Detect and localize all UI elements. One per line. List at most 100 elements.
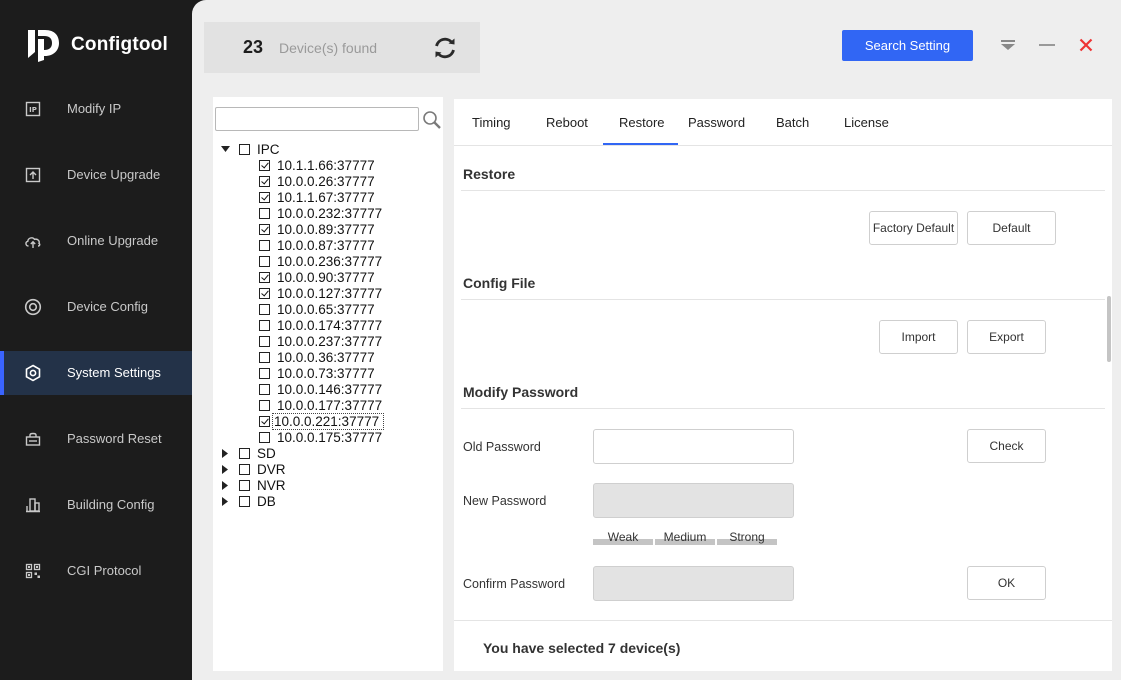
device-row[interactable]: 10.0.0.90:37777	[259, 269, 375, 285]
device-row[interactable]: 10.0.0.232:37777	[259, 205, 382, 221]
section-divider	[461, 299, 1105, 300]
sidebar-item-label: Password Reset	[67, 431, 162, 446]
sidebar-item-online-upgrade[interactable]: Online Upgrade	[0, 219, 192, 263]
device-checkbox[interactable]	[259, 159, 270, 171]
device-checkbox[interactable]	[259, 303, 270, 315]
caret-right-icon[interactable]	[220, 448, 230, 458]
tab-reboot[interactable]: Reboot	[546, 115, 588, 130]
device-address: 10.0.0.177:37777	[277, 397, 383, 413]
caret-right-icon[interactable]	[220, 480, 230, 490]
device-address: 10.0.0.232:37777	[277, 205, 383, 221]
group-checkbox[interactable]	[239, 447, 250, 459]
device-checkbox[interactable]	[259, 207, 270, 219]
vertical-scrollbar[interactable]	[1107, 296, 1111, 362]
device-row[interactable]: 10.0.0.174:37777	[259, 317, 382, 333]
group-checkbox[interactable]	[239, 495, 250, 507]
sidebar-item-device-upgrade[interactable]: Device Upgrade	[0, 153, 192, 197]
device-row[interactable]: 10.0.0.177:37777	[259, 397, 382, 413]
device-row[interactable]: 10.0.0.26:37777	[259, 173, 375, 189]
tab-restore[interactable]: Restore	[619, 115, 665, 130]
device-checkbox[interactable]	[259, 367, 270, 379]
ok-button[interactable]: OK	[967, 566, 1046, 600]
hex-gear-icon	[24, 364, 42, 382]
device-checkbox[interactable]	[259, 415, 270, 427]
new-password-field[interactable]	[593, 483, 794, 518]
refresh-icon[interactable]	[432, 35, 458, 61]
confirm-password-field[interactable]	[593, 566, 794, 601]
device-checkbox[interactable]	[259, 223, 270, 235]
tree-group-ipc[interactable]: IPC	[220, 141, 280, 157]
device-row[interactable]: 10.0.0.127:37777	[259, 285, 382, 301]
device-row[interactable]: 10.0.0.146:37777	[259, 381, 382, 397]
sidebar-item-device-config[interactable]: Device Config	[0, 285, 192, 329]
group-label: NVR	[257, 477, 286, 493]
import-button[interactable]: Import	[879, 320, 958, 354]
new-password-label: New Password	[463, 494, 547, 508]
sidebar-item-building-config[interactable]: Building Config	[0, 483, 192, 527]
device-checkbox[interactable]	[259, 271, 270, 283]
device-checkbox[interactable]	[259, 175, 270, 187]
tab-license[interactable]: License	[844, 115, 889, 130]
device-found-label: Device(s) found	[279, 39, 378, 56]
sidebar-item-password-reset[interactable]: Password Reset	[0, 417, 192, 461]
export-button[interactable]: Export	[967, 320, 1046, 354]
close-icon[interactable]	[1075, 34, 1097, 56]
device-checkbox[interactable]	[259, 319, 270, 331]
device-row[interactable]: 10.0.0.65:37777	[259, 301, 375, 317]
tree-group-sd[interactable]: SD	[220, 445, 276, 461]
device-search-input[interactable]	[215, 107, 419, 131]
caret-down-icon[interactable]	[220, 144, 230, 154]
menu-dropdown-icon[interactable]	[997, 34, 1019, 56]
device-checkbox[interactable]	[259, 287, 270, 299]
group-checkbox[interactable]	[239, 479, 250, 491]
group-checkbox[interactable]	[239, 463, 250, 475]
device-checkbox[interactable]	[259, 191, 270, 203]
device-checkbox[interactable]	[259, 255, 270, 267]
tab-timing[interactable]: Timing	[472, 115, 511, 130]
settings-panel: Timing Reboot Restore Password Batch Lic…	[454, 99, 1112, 671]
device-address: 10.0.0.73:37777	[277, 365, 375, 381]
device-checkbox[interactable]	[259, 335, 270, 347]
search-setting-button[interactable]: Search Setting	[842, 30, 973, 61]
device-row[interactable]: 10.0.0.73:37777	[259, 365, 375, 381]
factory-default-button[interactable]: Factory Default	[869, 211, 958, 245]
device-row[interactable]: 10.0.0.175:37777	[259, 429, 382, 445]
sidebar-item-modify-ip[interactable]: IP Modify IP	[0, 87, 192, 131]
old-password-label: Old Password	[463, 440, 541, 454]
restore-section-title: Restore	[463, 166, 516, 182]
device-row-focused[interactable]: 10.0.0.221:37777	[259, 412, 443, 430]
minimize-icon[interactable]	[1036, 34, 1058, 56]
device-checkbox[interactable]	[259, 431, 270, 443]
device-address: 10.1.1.66:37777	[277, 157, 375, 173]
device-row[interactable]: 10.1.1.67:37777	[259, 189, 375, 205]
section-divider	[461, 190, 1105, 191]
device-row[interactable]: 10.0.0.87:37777	[259, 237, 375, 253]
device-address: 10.0.0.87:37777	[277, 237, 375, 253]
tree-group-db[interactable]: DB	[220, 493, 276, 509]
device-row[interactable]: 10.0.0.36:37777	[259, 349, 375, 365]
tab-password[interactable]: Password	[688, 115, 745, 130]
sidebar-item-system-settings[interactable]: System Settings	[0, 351, 192, 395]
sidebar-item-cgi-protocol[interactable]: CGI Protocol	[0, 549, 192, 593]
device-row[interactable]: 10.0.0.89:37777	[259, 221, 375, 237]
device-checkbox[interactable]	[259, 351, 270, 363]
app-logo: Configtool	[26, 28, 168, 62]
caret-right-icon[interactable]	[220, 496, 230, 506]
device-row[interactable]: 10.0.0.237:37777	[259, 333, 382, 349]
old-password-field[interactable]	[593, 429, 794, 464]
sidebar-item-label: System Settings	[67, 365, 161, 380]
device-checkbox[interactable]	[259, 239, 270, 251]
default-button[interactable]: Default	[967, 211, 1056, 245]
device-row[interactable]: 10.1.1.66:37777	[259, 157, 375, 173]
device-checkbox[interactable]	[259, 383, 270, 395]
check-button[interactable]: Check	[967, 429, 1046, 463]
device-checkbox[interactable]	[259, 399, 270, 411]
tree-group-nvr[interactable]: NVR	[220, 477, 286, 493]
group-checkbox[interactable]	[239, 143, 250, 155]
device-row[interactable]: 10.0.0.236:37777	[259, 253, 382, 269]
device-tree-panel: IPC 10.1.1.66:37777 10.0.0.26:37777 10.1…	[213, 97, 443, 671]
search-icon[interactable]	[422, 110, 442, 130]
caret-right-icon[interactable]	[220, 464, 230, 474]
tab-batch[interactable]: Batch	[776, 115, 809, 130]
tree-group-dvr[interactable]: DVR	[220, 461, 286, 477]
